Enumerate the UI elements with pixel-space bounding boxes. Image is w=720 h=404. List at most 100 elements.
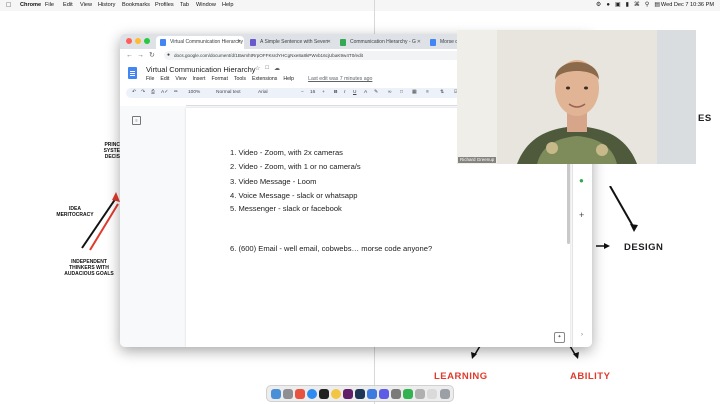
calendar-icon[interactable] bbox=[355, 389, 365, 399]
app-icon[interactable] bbox=[295, 389, 305, 399]
list-item[interactable]: 6. (600) Email - well email, cobwebs… mo… bbox=[230, 244, 432, 253]
underline-icon[interactable]: U bbox=[353, 88, 356, 98]
cloud-status-icon[interactable]: ☁ bbox=[274, 65, 280, 72]
comment-icon[interactable]: □ bbox=[400, 88, 403, 98]
redo-icon[interactable]: ↷ bbox=[141, 88, 145, 98]
chrome-icon[interactable] bbox=[331, 389, 341, 399]
document-outline-icon[interactable]: ≡ bbox=[132, 116, 141, 125]
close-window-button[interactable] bbox=[126, 38, 132, 44]
spellcheck-icon[interactable]: A✓ bbox=[161, 88, 168, 98]
safari-icon[interactable] bbox=[307, 389, 317, 399]
macos-dock bbox=[266, 385, 454, 402]
web-favicon-icon bbox=[340, 39, 346, 46]
forward-arrow-icon[interactable]: → bbox=[137, 49, 144, 62]
last-edit-link[interactable]: Last edit was 7 minutes ago bbox=[308, 76, 372, 82]
docs-menu-help[interactable]: Help bbox=[283, 76, 294, 82]
menu-help[interactable]: Help bbox=[222, 0, 234, 11]
document-title[interactable]: Virtual Communication Hierarchy bbox=[146, 65, 256, 74]
maximize-window-button[interactable] bbox=[144, 38, 150, 44]
battery-icon[interactable]: ▮ bbox=[626, 0, 629, 11]
menu-edit[interactable]: Edit bbox=[63, 0, 73, 11]
docs-menu-tools[interactable]: Tools bbox=[234, 76, 246, 82]
add-addon-icon[interactable]: + bbox=[579, 210, 584, 220]
close-tab-icon[interactable]: ✕ bbox=[417, 36, 421, 49]
menu-app-name[interactable]: Chrome bbox=[20, 0, 41, 11]
list-item[interactable]: 2. Video - Zoom, with 1 or no camera/s bbox=[230, 162, 361, 171]
app-icon[interactable] bbox=[415, 389, 425, 399]
font-size-increase-icon[interactable]: + bbox=[322, 88, 325, 98]
google-docs-icon[interactable] bbox=[128, 67, 137, 79]
docs-favicon-icon bbox=[160, 39, 166, 46]
docs-menu-insert[interactable]: Insert bbox=[192, 76, 205, 82]
font-size-input[interactable]: 16 bbox=[310, 88, 315, 98]
menu-history[interactable]: History bbox=[98, 0, 115, 11]
list-item[interactable]: 5. Messenger - slack or facebook bbox=[230, 204, 342, 213]
lock-icon: ● bbox=[167, 52, 171, 58]
record-icon[interactable]: ● bbox=[606, 0, 610, 11]
menu-clock[interactable]: Wed Dec 7 10:36 PM bbox=[661, 0, 714, 11]
finder-icon[interactable] bbox=[271, 389, 281, 399]
move-folder-icon[interactable]: □ bbox=[265, 65, 269, 72]
close-tab-icon[interactable]: ✕ bbox=[327, 36, 331, 49]
font-size-decrease-icon[interactable]: − bbox=[301, 88, 304, 98]
italic-icon[interactable]: I bbox=[344, 88, 345, 98]
terminal-icon[interactable] bbox=[319, 389, 329, 399]
close-tab-icon[interactable]: ✕ bbox=[237, 36, 241, 49]
docs-menu-file[interactable]: File bbox=[146, 76, 154, 82]
camera-icon[interactable]: ▣ bbox=[615, 0, 621, 11]
webcam-video bbox=[457, 30, 696, 164]
bold-icon[interactable]: B bbox=[334, 88, 337, 98]
docs-menu-format[interactable]: Format bbox=[211, 76, 227, 82]
menu-window[interactable]: Window bbox=[196, 0, 216, 11]
highlight-icon[interactable]: ✎ bbox=[374, 88, 378, 98]
tab-virtual-communication-hierarchy[interactable]: Virtual Communication Hierarchy ✕ bbox=[156, 36, 244, 49]
menu-tab[interactable]: Tab bbox=[180, 0, 189, 11]
gear-status-icon[interactable]: ⚙ bbox=[596, 0, 601, 11]
tab-communication-hierarchy[interactable]: Communication Hierarchy - G ✕ bbox=[336, 36, 424, 49]
maps-icon[interactable]: ● bbox=[579, 176, 584, 185]
messages-icon[interactable] bbox=[403, 389, 413, 399]
wifi-icon[interactable]: ⌘ bbox=[634, 0, 640, 11]
tab-label: Communication Hierarchy - G bbox=[350, 39, 416, 45]
reload-icon[interactable]: ↻ bbox=[149, 49, 155, 62]
slide-ability-label: ABILITY bbox=[570, 371, 611, 382]
tab-simple-sentence[interactable]: A Simple Sentence with Seven ✕ bbox=[246, 36, 334, 49]
zoom-icon[interactable] bbox=[367, 389, 377, 399]
menu-bookmarks[interactable]: Bookmarks bbox=[122, 0, 150, 11]
settings-icon[interactable] bbox=[379, 389, 389, 399]
control-center-icon[interactable]: ▤ bbox=[654, 0, 660, 11]
app-icon[interactable] bbox=[391, 389, 401, 399]
apple-icon[interactable]:  bbox=[6, 0, 11, 11]
print-icon[interactable]: ⎙ bbox=[151, 88, 155, 98]
macos-menu-bar:  Chrome File Edit View History Bookmark… bbox=[0, 0, 720, 11]
slack-icon[interactable] bbox=[343, 389, 353, 399]
link-icon[interactable]: ∞ bbox=[388, 88, 391, 98]
font-select[interactable]: Arial bbox=[258, 88, 268, 98]
launchpad-icon[interactable] bbox=[283, 389, 293, 399]
list-item[interactable]: 4. Voice Message - slack or whatsapp bbox=[230, 191, 357, 200]
zoom-select[interactable]: 100% bbox=[188, 88, 200, 98]
search-icon[interactable]: ⚲ bbox=[645, 0, 649, 11]
paint-format-icon[interactable]: ✏ bbox=[174, 88, 178, 98]
align-icon[interactable]: ≡ bbox=[426, 88, 429, 98]
star-icon[interactable]: ☆ bbox=[255, 65, 260, 72]
list-item[interactable]: 3. Video Message - Loom bbox=[230, 177, 316, 186]
style-select[interactable]: Normal text bbox=[216, 88, 241, 98]
menu-view[interactable]: View bbox=[80, 0, 92, 11]
trash-icon[interactable] bbox=[440, 389, 450, 399]
folder-icon[interactable] bbox=[427, 389, 437, 399]
back-arrow-icon[interactable]: ← bbox=[126, 49, 133, 62]
line-spacing-icon[interactable]: ⇅ bbox=[440, 88, 444, 98]
explore-icon[interactable]: ✦ bbox=[554, 332, 565, 343]
menu-profiles[interactable]: Profiles bbox=[155, 0, 174, 11]
expand-panel-icon[interactable]: › bbox=[581, 332, 583, 338]
image-icon[interactable]: ▦ bbox=[412, 88, 417, 98]
undo-icon[interactable]: ↶ bbox=[132, 88, 136, 98]
text-color-icon[interactable]: A bbox=[364, 88, 367, 98]
minimize-window-button[interactable] bbox=[135, 38, 141, 44]
list-item[interactable]: 1. Video - Zoom, with 2x cameras bbox=[230, 148, 343, 157]
docs-menu-extensions[interactable]: Extensions bbox=[252, 76, 277, 82]
docs-menu-edit[interactable]: Edit bbox=[160, 76, 169, 82]
docs-menu-view[interactable]: View bbox=[175, 76, 186, 82]
menu-file[interactable]: File bbox=[45, 0, 54, 11]
